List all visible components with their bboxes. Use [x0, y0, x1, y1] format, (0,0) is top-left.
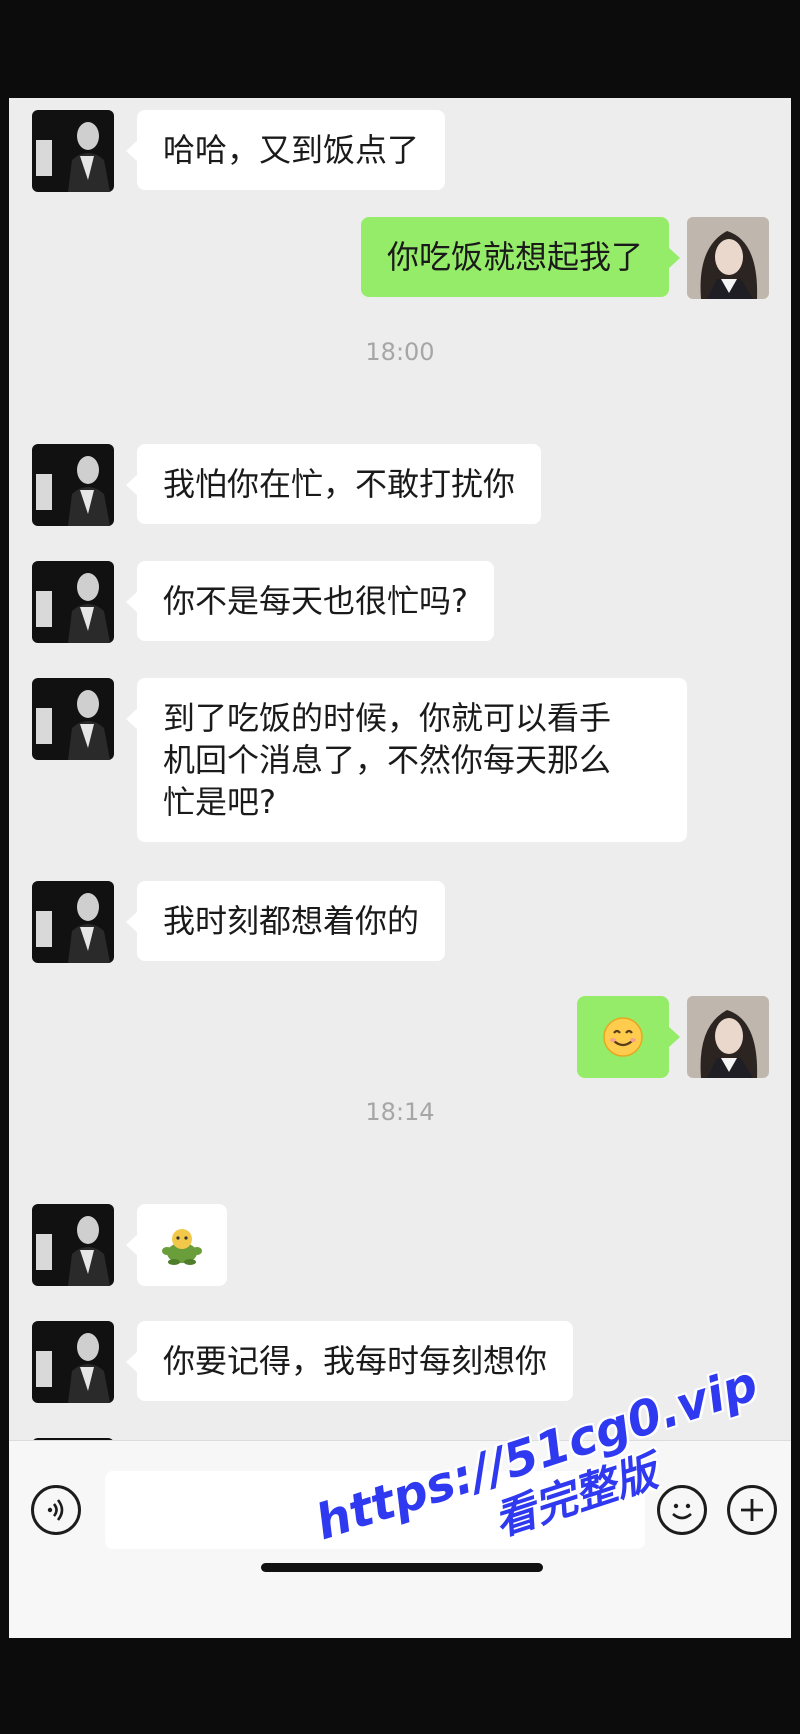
user-avatar[interactable]: [687, 217, 769, 299]
message-bubble-received[interactable]: 哈哈，又到饭点了: [125, 110, 446, 190]
voice-icon: [47, 1499, 64, 1521]
more-options-button[interactable]: [727, 1485, 777, 1535]
chat-screen: 哈哈，又到饭点了 你吃饭就想起我了 18:00 我怕你在忙，不敢打扰你 你不是每…: [9, 98, 791, 1638]
user-avatar[interactable]: [687, 996, 769, 1078]
contact-avatar[interactable]: [32, 561, 114, 643]
contact-avatar[interactable]: [32, 881, 114, 963]
message-text: 你要记得，我每时每刻想你: [163, 1342, 548, 1380]
frog-emoji-icon: [162, 1229, 202, 1265]
message-text: 你吃饭就想起我了: [386, 238, 643, 276]
message-bubble-received[interactable]: 我时刻都想着你的: [125, 881, 446, 961]
message-bubble-received[interactable]: 你要记得，我每时每刻想你: [125, 1321, 574, 1401]
message-text: 我时刻都想着你的: [163, 902, 420, 940]
voice-input-button[interactable]: [31, 1485, 81, 1535]
message-bubble-received[interactable]: [126, 1204, 227, 1286]
message-text-line: 到了吃饭的时候，你就可以看手: [163, 699, 612, 737]
message-bubble-received[interactable]: 我怕你在忙，不敢打扰你: [125, 444, 542, 524]
home-indicator[interactable]: [261, 1563, 543, 1572]
message-text: 你不是每天也很忙吗?: [163, 582, 468, 620]
contact-avatar[interactable]: [32, 1321, 114, 1403]
contact-avatar[interactable]: [32, 110, 114, 192]
contact-avatar[interactable]: [32, 444, 114, 526]
message-text: 哈哈，又到饭点了: [163, 131, 420, 169]
message-bubble-received[interactable]: 你不是每天也很忙吗?: [126, 561, 494, 641]
emoji-icon: [672, 1503, 692, 1520]
message-text-line: 忙是吧?: [163, 783, 276, 821]
message-bubble-sent[interactable]: 你吃饭就想起我了: [360, 217, 681, 297]
contact-avatar[interactable]: [32, 678, 114, 760]
message-text: 我怕你在忙，不敢打扰你: [163, 465, 516, 503]
timestamp: 18:14: [365, 1098, 435, 1126]
message-bubble-received[interactable]: 到了吃饭的时候，你就可以看手 机回个消息了，不然你每天那么 忙是吧?: [126, 678, 687, 842]
timestamp: 18:00: [365, 338, 435, 366]
message-bubble-sent[interactable]: [577, 996, 680, 1078]
smile-emoji-icon: [603, 1017, 643, 1057]
message-text-line: 机回个消息了，不然你每天那么: [163, 741, 612, 779]
plus-icon: [741, 1499, 763, 1521]
contact-avatar[interactable]: [32, 1204, 114, 1286]
